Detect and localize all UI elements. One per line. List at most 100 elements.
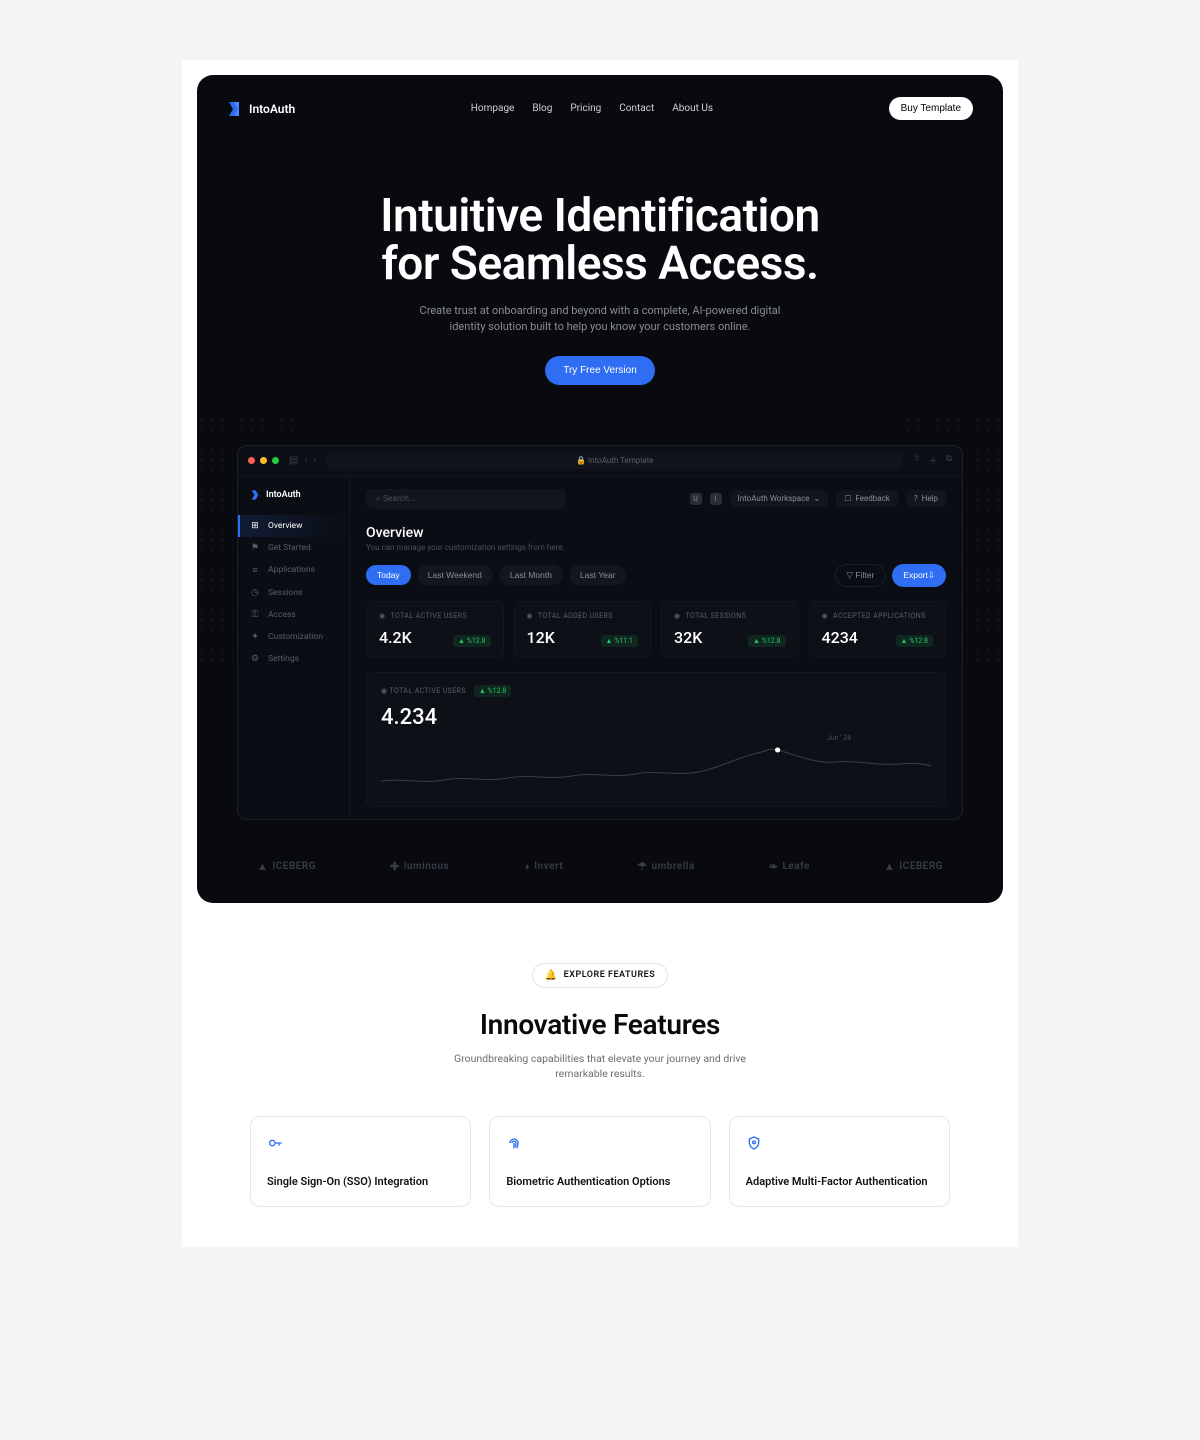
export-button[interactable]: Export⇩ (892, 564, 946, 587)
chart-plot: Jun ' 24 (381, 736, 931, 794)
feature-card-sso[interactable]: Single Sign-On (SSO) Integration (250, 1116, 471, 1207)
feature-card-mfa[interactable]: Adaptive Multi-Factor Authentication (729, 1116, 950, 1207)
add-icon: ＋ (929, 454, 938, 467)
cta-button[interactable]: Try Free Version (545, 356, 655, 385)
sidebar-item-icon: ✦ (250, 632, 260, 642)
stat-label: ◉ TOTAL ACTIVE USERS (379, 612, 491, 620)
feature-card-biometric[interactable]: Biometric Authentication Options (489, 1116, 710, 1207)
stat-card: ◉ TOTAL ACTIVE USERS4.2K▲ %12.8 (366, 601, 504, 658)
url-bar: 🔒 IntoAuth Template (326, 453, 903, 469)
nav-links: Hompage Blog Pricing Contact About Us (471, 103, 713, 114)
nav-link-contact[interactable]: Contact (619, 103, 654, 114)
feature-title: Single Sign-On (SSO) Integration (267, 1175, 454, 1188)
features-subtitle: Groundbreaking capabilities that elevate… (440, 1051, 760, 1083)
chart-label: ◉ TOTAL ACTIVE USERS (381, 687, 466, 695)
sidebar-item-access[interactable]: ⚿Access (238, 604, 349, 626)
filter-tabs: Today Last Weekend Last Month Last Year … (366, 564, 946, 587)
help-button[interactable]: ? Help (906, 490, 946, 507)
workspace-select[interactable]: IntoAuth Workspace ⌄ (730, 490, 829, 507)
page-subtitle: You can manage your customization settin… (366, 543, 946, 552)
sidebar-item-icon: ⚙ (250, 654, 260, 664)
tab-last-month[interactable]: Last Month (499, 565, 563, 585)
shield-icon (746, 1139, 762, 1155)
feature-title: Biometric Authentication Options (506, 1175, 693, 1188)
stat-card: ◉ TOTAL SESSIONS 32K ▲ %12.8 (661, 601, 799, 658)
chart-date: Jun ' 24 (827, 734, 851, 742)
sidebar-item-settings[interactable]: ⚙Settings (238, 648, 349, 670)
stat-delta: ▲ %12.8 (453, 635, 490, 647)
sidebar-brand: IntoAuth (266, 490, 301, 500)
sidebar-item-customization[interactable]: ✦Customization (238, 626, 349, 648)
nav-link-about[interactable]: About Us (672, 103, 713, 114)
sidebar-logo: IntoAuth (238, 489, 349, 515)
browser-bar: ▤ ‹ › 🔒 IntoAuth Template ⇧ ＋ ⧉ (238, 446, 962, 477)
nav-link-homepage[interactable]: Hompage (471, 103, 515, 114)
chart-card: ◉ TOTAL ACTIVE USERS ▲ %12.8 4.234 Jun '… (366, 672, 946, 807)
stat-card: ◉ TOTAL ADDED USERS12K▲ %11.1 (514, 601, 652, 658)
minimize-icon (260, 457, 267, 464)
fingerprint-icon (506, 1139, 522, 1155)
sidebar-item-applications[interactable]: ≡ Applications (238, 559, 349, 582)
sidebar-item-get-started[interactable]: ⚑Get Started (238, 537, 349, 559)
sidebar-item-icon: ⚑ (250, 543, 260, 553)
sidebar-item-label: Overview (268, 521, 302, 531)
stat-card: ◉ ACCEPTED APPLICATIONS4234▲ %12.8 (809, 601, 947, 658)
chart-delta: ▲ %12.8 (474, 685, 511, 697)
back-icon: ‹ (304, 455, 307, 466)
sidebar-item-icon: ≡ (250, 565, 260, 576)
sidebar-item-label: Sessions (268, 588, 302, 598)
sponsor-iceberg-2: ▲ICEBERG (884, 860, 943, 873)
share-icon: ⇧ (913, 454, 921, 467)
nav-link-blog[interactable]: Blog (532, 103, 552, 114)
features-pill: 🔔 EXPLORE FEATURES (532, 963, 669, 988)
nav-link-pricing[interactable]: Pricing (570, 103, 601, 114)
sidebar-item-sessions[interactable]: ◷Sessions (238, 582, 349, 604)
stat-delta: ▲ %11.1 (601, 635, 638, 647)
browser-nav-buttons: ▤ ‹ › (289, 455, 316, 466)
stat-value: 32K (674, 628, 702, 647)
buy-template-button[interactable]: Buy Template (889, 97, 973, 120)
sidebar-item-overview[interactable]: ⊞ Overview (238, 515, 349, 537)
top-nav: IntoAuth Hompage Blog Pricing Contact Ab… (197, 75, 1003, 142)
stat-value: 12K (527, 628, 555, 647)
key-icon (267, 1139, 283, 1155)
stat-delta: ▲ %12.8 (896, 635, 933, 647)
hero-title: Intuitive Identification for Seamless Ac… (370, 192, 830, 289)
topbar: ⌕ Search... U I IntoAuth Workspace ⌄ ☐ F… (366, 489, 946, 509)
tabs-icon: ⧉ (946, 454, 952, 467)
fullscreen-icon (272, 457, 279, 464)
traffic-lights (248, 457, 279, 464)
stat-delta: ▲ %12.8 (748, 635, 785, 647)
sponsor-invert: ◑Invert (523, 860, 563, 873)
feature-title: Adaptive Multi-Factor Authentication (746, 1175, 933, 1188)
tab-last-weekend[interactable]: Last Weekend (417, 565, 493, 585)
features-title: Innovative Features (222, 1008, 978, 1041)
sidebar-item-label: Access (268, 610, 296, 620)
hero-panel: IntoAuth Hompage Blog Pricing Contact Ab… (197, 75, 1003, 903)
features-section: 🔔 EXPLORE FEATURES Innovative Features G… (182, 903, 1018, 1208)
search-input[interactable]: ⌕ Search... (366, 489, 566, 509)
sidebar-item-icon: ⊞ (250, 521, 260, 531)
tab-last-year[interactable]: Last Year (569, 565, 626, 585)
tab-today[interactable]: Today (366, 565, 411, 585)
logo[interactable]: IntoAuth (227, 100, 295, 118)
sponsors-row: ▲ICEBERG ✚luminous ◑Invert ☂umbrella ❧Le… (197, 820, 1003, 903)
stat-label: ◉ TOTAL SESSIONS (674, 612, 786, 620)
page-title: Overview (366, 525, 946, 541)
url-text: 🔒 IntoAuth Template (576, 456, 653, 465)
forward-icon: › (313, 455, 316, 466)
chart-value: 4.234 (381, 705, 931, 730)
close-icon (248, 457, 255, 464)
workspace-avatar-i[interactable]: I (710, 493, 722, 505)
feedback-button[interactable]: ☐ Feedback (836, 490, 898, 507)
app-frame: IntoAuth ⊞ Overview ⚑Get Started ≡ Applicati… (238, 477, 962, 819)
browser-window: ▤ ‹ › 🔒 IntoAuth Template ⇧ ＋ ⧉ IntoAuth… (237, 445, 963, 820)
sidebar-item-label: Applications (268, 565, 315, 575)
sponsor-leafe: ❧Leafe (769, 860, 810, 873)
filter-button[interactable]: ▽ Filter (835, 564, 887, 587)
logo-text: IntoAuth (249, 102, 295, 116)
stat-cards: ◉ TOTAL ACTIVE USERS4.2K▲ %12.8◉ TOTAL A… (366, 601, 946, 658)
sponsor-luminous: ✚luminous (390, 860, 449, 873)
stat-label: ◉ ACCEPTED APPLICATIONS (822, 612, 934, 620)
workspace-avatar-u[interactable]: U (690, 493, 702, 505)
